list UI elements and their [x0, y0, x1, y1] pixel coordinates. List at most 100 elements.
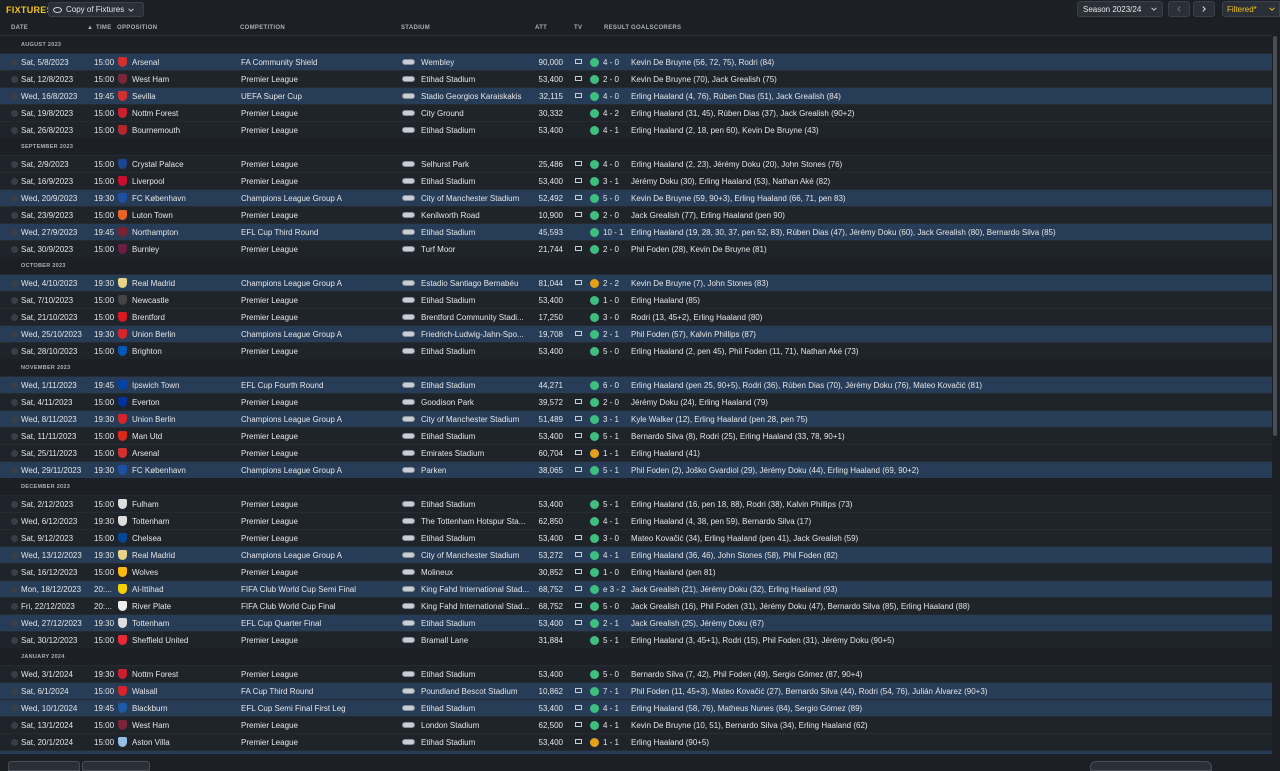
bottom-action-button[interactable] — [1090, 761, 1212, 771]
table-row[interactable]: Fri, 22/12/2023 20:... River Plate FIFA Clu… — [0, 597, 1272, 614]
stadium-link[interactable]: Poundland Bescot Stadium — [421, 687, 533, 696]
opposition-link[interactable]: Man Utd — [132, 432, 232, 441]
column-header-att[interactable]: ATT — [535, 25, 547, 31]
stadium-link[interactable]: Wembley — [421, 58, 533, 67]
table-row[interactable]: Sat, 16/12/2023 15:00 Wolves Premier League… — [0, 563, 1272, 580]
opposition-link[interactable]: Wolves — [132, 568, 232, 577]
competition-link[interactable]: Premier League — [241, 500, 401, 509]
column-header-time[interactable]: TIME — [96, 25, 112, 31]
column-header-stadium[interactable]: STADIUM — [401, 25, 430, 31]
date-cell[interactable]: Sat, 9/12/2023 — [21, 534, 93, 543]
date-cell[interactable]: Sat, 30/12/2023 — [21, 636, 93, 645]
score-cell[interactable]: 1 - 1 — [603, 449, 629, 458]
table-row[interactable]: Wed, 20/9/2023 19:30 FC København Champions… — [0, 189, 1272, 206]
opposition-link[interactable]: Sheffield United — [132, 636, 232, 645]
stadium-link[interactable]: Selhurst Park — [421, 160, 533, 169]
score-cell[interactable]: 5 - 1 — [603, 432, 629, 441]
competition-link[interactable]: Premier League — [241, 347, 401, 356]
date-cell[interactable]: Wed, 6/12/2023 — [21, 517, 93, 526]
date-cell[interactable]: Sat, 20/1/2024 — [21, 738, 93, 747]
date-cell[interactable]: Sat, 5/8/2023 — [21, 58, 93, 67]
opposition-link[interactable]: Al-Ittihad — [132, 585, 232, 594]
table-row[interactable]: Sat, 11/11/2023 15:00 Man Utd Premier Leagu… — [0, 427, 1272, 444]
score-cell[interactable]: 4 - 1 — [603, 126, 629, 135]
score-cell[interactable]: 2 - 0 — [603, 398, 629, 407]
stadium-link[interactable]: Bramall Lane — [421, 636, 533, 645]
table-row[interactable]: Sat, 26/8/2023 15:00 Bournemouth Premier Le… — [0, 121, 1272, 138]
date-cell[interactable]: Sat, 28/10/2023 — [21, 347, 93, 356]
stadium-link[interactable]: City Ground — [421, 109, 533, 118]
competition-link[interactable]: Premier League — [241, 160, 401, 169]
score-cell[interactable]: 2 - 1 — [603, 330, 629, 339]
score-cell[interactable]: 5 - 0 — [603, 194, 629, 203]
date-cell[interactable]: Wed, 20/9/2023 — [21, 194, 93, 203]
competition-link[interactable]: FIFA Club World Cup Semi Final — [241, 585, 401, 594]
stadium-link[interactable]: City of Manchester Stadium — [421, 194, 533, 203]
stadium-link[interactable]: Etihad Stadium — [421, 500, 533, 509]
date-cell[interactable]: Sat, 4/11/2023 — [21, 398, 93, 407]
opposition-link[interactable]: Arsenal — [132, 58, 232, 67]
date-cell[interactable]: Wed, 25/10/2023 — [21, 330, 93, 339]
score-cell[interactable]: 2 - 0 — [603, 211, 629, 220]
stadium-link[interactable]: King Fahd International Stad... — [421, 602, 533, 611]
score-cell[interactable]: 3 - 1 — [603, 415, 629, 424]
competition-link[interactable]: Champions League Group A — [241, 330, 401, 339]
column-header-tv[interactable]: TV — [574, 25, 582, 31]
date-cell[interactable]: Sat, 16/9/2023 — [21, 177, 93, 186]
date-cell[interactable]: Sat, 26/8/2023 — [21, 126, 93, 135]
date-cell[interactable]: Sat, 25/11/2023 — [21, 449, 93, 458]
opposition-link[interactable]: Aston Villa — [132, 738, 232, 747]
score-cell[interactable]: 1 - 0 — [603, 568, 629, 577]
score-cell[interactable]: 4 - 1 — [603, 517, 629, 526]
opposition-link[interactable]: Ipswich Town — [132, 381, 232, 390]
table-row[interactable]: Sat, 4/11/2023 15:00 Everton Premier League… — [0, 393, 1272, 410]
stadium-link[interactable]: Etihad Stadium — [421, 296, 533, 305]
opposition-link[interactable]: Sevilla — [132, 92, 232, 101]
opposition-link[interactable]: Tottenham — [132, 517, 232, 526]
score-cell[interactable]: 4 - 1 — [603, 704, 629, 713]
opposition-link[interactable]: Chelsea — [132, 534, 232, 543]
stadium-link[interactable]: Etihad Stadium — [421, 347, 533, 356]
competition-link[interactable]: EFL Cup Semi Final First Leg — [241, 704, 401, 713]
stadium-link[interactable]: Etihad Stadium — [421, 738, 533, 747]
table-row[interactable]: Wed, 10/1/2024 19:45 Blackburn EFL Cup Semi… — [0, 699, 1272, 716]
table-row[interactable]: Sat, 21/10/2023 15:00 Brentford Premier Lea… — [0, 308, 1272, 325]
table-row[interactable]: Sat, 6/1/2024 15:00 Walsall FA Cup Third Ro… — [0, 682, 1272, 699]
date-cell[interactable]: Sat, 12/8/2023 — [21, 75, 93, 84]
opposition-link[interactable]: West Ham — [132, 721, 232, 730]
column-header-result[interactable]: RESULT — [604, 25, 629, 31]
table-row[interactable]: Wed, 4/10/2023 19:30 Real Madrid Champions … — [0, 274, 1272, 291]
score-cell[interactable]: 4 - 1 — [603, 551, 629, 560]
score-cell[interactable]: e 3 - 2 — [603, 585, 629, 594]
table-row[interactable]: Sat, 25/11/2023 15:00 Arsenal Premier Leagu… — [0, 444, 1272, 461]
competition-link[interactable]: Champions League Group A — [241, 466, 401, 475]
next-season-button[interactable] — [1193, 1, 1215, 17]
date-cell[interactable]: Wed, 27/9/2023 — [21, 228, 93, 237]
table-row[interactable]: Wed, 3/1/2024 19:30 Nottm Forest Premier Le… — [0, 665, 1272, 682]
opposition-link[interactable]: Liverpool — [132, 177, 232, 186]
score-cell[interactable]: 4 - 0 — [603, 58, 629, 67]
opposition-link[interactable]: Newcastle — [132, 296, 232, 305]
table-row[interactable]: Wed, 27/9/2023 19:45 Northampton EFL Cup Th… — [0, 223, 1272, 240]
competition-link[interactable]: Premier League — [241, 534, 401, 543]
date-cell[interactable]: Sat, 21/10/2023 — [21, 313, 93, 322]
table-row[interactable]: Sat, 20/1/2024 15:00 Aston Villa Premier Le… — [0, 733, 1272, 750]
stadium-link[interactable]: City of Manchester Stadium — [421, 551, 533, 560]
competition-link[interactable]: Premier League — [241, 126, 401, 135]
date-cell[interactable]: Sat, 11/11/2023 — [21, 432, 93, 441]
competition-link[interactable]: Champions League Group A — [241, 415, 401, 424]
opposition-link[interactable]: River Plate — [132, 602, 232, 611]
competition-link[interactable]: Premier League — [241, 517, 401, 526]
date-cell[interactable]: Sat, 30/9/2023 — [21, 245, 93, 254]
competition-link[interactable]: Premier League — [241, 636, 401, 645]
opposition-link[interactable]: Bournemouth — [132, 126, 232, 135]
date-cell[interactable]: Wed, 16/8/2023 — [21, 92, 93, 101]
opposition-link[interactable]: Everton — [132, 398, 232, 407]
opposition-link[interactable]: Arsenal — [132, 449, 232, 458]
competition-link[interactable]: Premier League — [241, 738, 401, 747]
date-cell[interactable]: Sat, 16/12/2023 — [21, 568, 93, 577]
score-cell[interactable]: 5 - 1 — [603, 500, 629, 509]
date-cell[interactable]: Wed, 13/12/2023 — [21, 551, 93, 560]
score-cell[interactable]: 1 - 1 — [603, 738, 629, 747]
date-cell[interactable]: Wed, 27/12/2023 — [21, 619, 93, 628]
